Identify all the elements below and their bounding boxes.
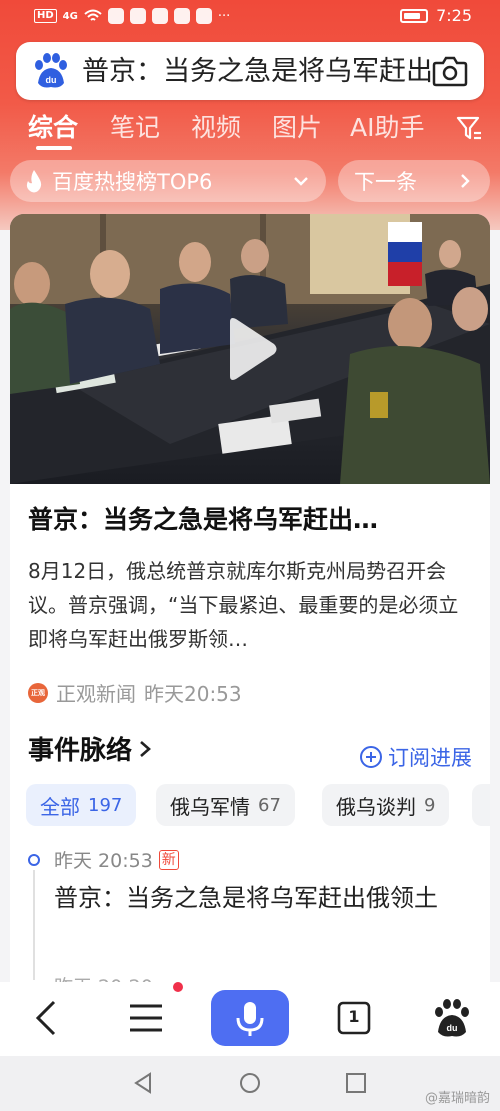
new-badge: 新 (158, 849, 179, 870)
bottom-navigation: 1 du (0, 982, 500, 1056)
chip-label: 俄乌军情 (170, 794, 250, 819)
tab-videos[interactable]: 视频 (191, 108, 241, 144)
app-notification-icon (107, 8, 124, 24)
chip-label: 全部 (40, 794, 80, 819)
timeline-item-title[interactable]: 普京：当务之急是将乌军赶出俄领土 (54, 878, 474, 918)
chevron-right-icon (461, 174, 470, 188)
chevron-right-icon (140, 740, 151, 757)
category-tabs: 综合 笔记 视频 图片 AI助手 (0, 106, 500, 150)
hot-search-label: 百度热搜榜TOP6 (52, 170, 213, 194)
more-notifications-icon: ··· (217, 8, 231, 24)
next-item-label: 下一条 (354, 170, 417, 194)
chip-more[interactable] (472, 784, 490, 826)
clock: 7:25 (436, 6, 472, 25)
app-notification-icon (151, 8, 168, 24)
timeline-dot (28, 854, 40, 866)
news-title[interactable]: 普京：当务之急是将乌军赶出… (28, 500, 468, 536)
battery-icon (400, 8, 429, 23)
back-icon[interactable] (24, 994, 72, 1042)
next-item-button[interactable]: 下一条 (338, 160, 490, 202)
search-bar[interactable]: du 普京：当务之急是将乌军赶出俄领土 (16, 42, 484, 100)
filter-icon[interactable] (455, 114, 483, 142)
search-input[interactable]: 普京：当务之急是将乌军赶出俄领土 (82, 52, 432, 92)
system-back-icon[interactable] (132, 1072, 154, 1094)
chip-all[interactable]: 全部 197 (26, 784, 137, 826)
app-notification-icon (195, 8, 212, 24)
network-label: HD (34, 9, 57, 23)
timeline-line (33, 870, 35, 980)
chip-count: 9 (424, 794, 436, 816)
news-card: 普京：当务之急是将乌军赶出… 8月12日，俄总统普京就库尔斯克州局势召开会议。普… (10, 214, 490, 982)
tab-all[interactable]: 综合 (28, 108, 78, 144)
hot-search-rank-button[interactable]: 百度热搜榜TOP6 (10, 160, 326, 202)
signal-label: 4G (62, 10, 78, 22)
status-bar: HD 4G ··· 7:25 (0, 0, 500, 34)
subscribe-label: 订阅进展 (388, 746, 472, 770)
source-logo-icon: 正观 (28, 682, 48, 703)
news-time: 昨天20:53 (144, 682, 242, 706)
tab-ai-assistant[interactable]: AI助手 (350, 108, 424, 144)
event-timeline-header[interactable]: 事件脉络 (28, 730, 152, 767)
chevron-down-icon (294, 177, 308, 186)
app-notification-icon (129, 8, 146, 24)
timeline-time: 昨天 20:20 (54, 972, 153, 982)
chip-count: 67 (258, 794, 281, 816)
baidu-logo-icon: du (35, 53, 67, 88)
wifi-icon (84, 9, 102, 21)
app-notification-icon (173, 8, 190, 24)
timeline-item-time-row: 昨天 20:53 新 (54, 846, 179, 873)
svg-text:du: du (447, 1023, 458, 1033)
tabs-button[interactable]: 1 (330, 994, 378, 1042)
chip-war-situation[interactable]: 俄乌军情 67 (156, 784, 295, 826)
tab-images[interactable]: 图片 (272, 108, 322, 144)
news-summary[interactable]: 8月12日，俄总统普京就库尔斯克州局势召开会议。普京强调，“当下最紧迫、最重要的… (28, 554, 478, 656)
video-thumbnail[interactable] (10, 214, 490, 484)
microphone-icon (236, 1002, 264, 1036)
notification-dot (173, 982, 183, 992)
chip-negotiations[interactable]: 俄乌谈判 9 (322, 784, 450, 826)
voice-search-button[interactable] (211, 990, 289, 1046)
subscribe-button[interactable]: 订阅进展 (360, 742, 472, 772)
news-source: 正观新闻 (56, 682, 136, 706)
menu-icon[interactable] (122, 994, 170, 1042)
tab-notes[interactable]: 笔记 (110, 108, 160, 144)
add-circle-icon (360, 746, 382, 768)
system-recents-icon[interactable] (345, 1072, 367, 1094)
play-icon[interactable] (220, 314, 280, 384)
chip-count: 197 (88, 794, 123, 816)
svg-text:du: du (46, 75, 57, 85)
baidu-home-icon[interactable]: du (428, 994, 476, 1042)
tabs-count: 1 (348, 1007, 360, 1026)
watermark: @嘉瑞暗韵 (424, 1091, 490, 1106)
news-source-row: 正观 正观新闻 昨天20:53 (28, 678, 242, 707)
flame-icon (26, 170, 42, 193)
event-timeline-title: 事件脉络 (28, 736, 133, 766)
timeline-time: 昨天 20:53 (54, 850, 153, 872)
active-tab-indicator (36, 146, 72, 150)
camera-icon[interactable] (432, 54, 468, 88)
system-home-icon[interactable] (239, 1072, 261, 1094)
chip-label: 俄乌谈判 (336, 794, 416, 819)
